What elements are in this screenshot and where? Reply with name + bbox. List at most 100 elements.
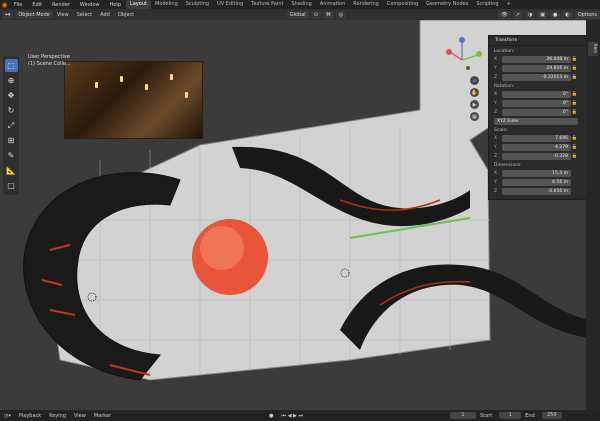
candle-light	[185, 92, 188, 98]
overlay-toggle-icon[interactable]: ◑	[524, 10, 536, 19]
proportional-edit-icon[interactable]: ◎	[335, 10, 347, 19]
zoom-icon[interactable]: ⌕	[470, 76, 479, 85]
location-y-field[interactable]: 29.816 m	[502, 64, 571, 72]
rotate-icon[interactable]: ↻	[5, 104, 18, 117]
lock-icon[interactable]: 🔓	[571, 154, 578, 159]
start-label: Start	[480, 412, 493, 419]
add-cube-icon[interactable]: ▢	[5, 179, 18, 192]
tab-sculpting[interactable]: Sculpting	[182, 0, 213, 9]
record-icon[interactable]: ●	[265, 413, 277, 419]
top-bar: ◉ File Edit Render Window Help Layout Mo…	[0, 0, 600, 9]
annotate-icon[interactable]: ✎	[5, 149, 18, 162]
visibility-icon[interactable]: 👁	[498, 10, 511, 19]
viewport-info-text: User Perspective (1) Scene Colle...	[28, 54, 71, 68]
tool-shelf: ⬚ ⊕ ✥ ↻ ⤢ ⊞ ✎ 📐 ▢	[3, 56, 19, 195]
candle-light	[170, 74, 173, 80]
tab-modeling[interactable]: Modeling	[151, 0, 182, 9]
blender-logo-icon[interactable]: ◉	[0, 0, 9, 9]
select-box-icon[interactable]: ⬚	[4, 59, 18, 72]
tab-uv-editing[interactable]: UV Editing	[213, 0, 247, 9]
menu-help[interactable]: Help	[105, 2, 126, 8]
gizmo-toggle-icon[interactable]: ↗	[512, 10, 523, 19]
tab-rendering[interactable]: Rendering	[349, 0, 383, 9]
scale-icon[interactable]: ⤢	[5, 119, 18, 132]
lock-icon[interactable]: 🔓	[571, 136, 578, 141]
playback-controls[interactable]: ⏮ ◀ ▶ ⏭	[278, 413, 307, 419]
scale-x-field[interactable]: 7.696	[502, 134, 571, 142]
rotation-mode-dropdown[interactable]: XYZ Euler	[494, 117, 578, 125]
tab-animation[interactable]: Animation	[316, 0, 350, 9]
menu-edit[interactable]: Edit	[27, 2, 47, 8]
shading-solid-icon[interactable]: ●	[549, 10, 561, 19]
tab-item[interactable]: Item	[588, 42, 598, 56]
tab-geometry-nodes[interactable]: Geometry Nodes	[422, 0, 472, 9]
menu-file[interactable]: File	[9, 2, 27, 8]
xray-toggle-icon[interactable]: ▣	[537, 10, 548, 19]
lock-icon[interactable]: 🔓	[571, 145, 578, 150]
reference-image[interactable]	[64, 61, 203, 139]
tab-layout[interactable]: Layout	[126, 0, 151, 9]
measure-icon[interactable]: 📐	[5, 164, 18, 177]
scale-y-field[interactable]: -4.279	[502, 143, 571, 151]
rotation-label: Rotation:	[494, 84, 515, 89]
rotation-x-field[interactable]: 0°	[502, 90, 571, 98]
rotation-y-field[interactable]: 0°	[502, 99, 571, 107]
tab-texture-paint[interactable]: Texture Paint	[247, 0, 287, 9]
sidebar-tabs: Item	[586, 20, 600, 410]
transform-icon[interactable]: ⊞	[5, 134, 18, 147]
lock-icon[interactable]: 🔓	[571, 92, 578, 97]
menu-window[interactable]: Window	[75, 2, 105, 8]
candle-light	[95, 82, 98, 88]
dimensions-x-field[interactable]: 15.4 m	[502, 169, 571, 177]
add-workspace-button[interactable]: +	[503, 0, 515, 9]
object-mode-dropdown[interactable]: Object Mode	[15, 10, 53, 19]
view-name: User Perspective	[28, 54, 70, 60]
candle-light	[145, 84, 148, 90]
transform-panel: Transform Location: X 26.448 m 🔓 Y 29.816 m…	[488, 35, 588, 200]
menu-view[interactable]: View	[53, 12, 73, 18]
menu-keying[interactable]: Keying	[45, 413, 70, 419]
scale-z-field[interactable]: -0.328	[502, 152, 571, 160]
lock-icon[interactable]: 🔓	[571, 75, 578, 80]
end-label: End	[525, 412, 535, 419]
planet-highlight	[200, 226, 244, 270]
location-x-field[interactable]: 26.448 m	[502, 55, 571, 63]
location-z-field[interactable]: -0.32013 m	[502, 73, 571, 81]
timeline-bar: ◷▾ Playback Keying View Marker ● ⏮ ◀ ▶ ⏭…	[0, 410, 600, 421]
dimensions-z-field[interactable]: 0.656 m	[502, 187, 571, 195]
tab-shading[interactable]: Shading	[287, 0, 315, 9]
dimensions-label: Dimensions:	[494, 163, 522, 168]
timeline-editor-icon[interactable]: ◷▾	[0, 413, 15, 419]
cursor-icon[interactable]: ⊕	[5, 74, 18, 87]
lock-icon[interactable]: 🔓	[571, 110, 578, 115]
scale-label: Scale:	[494, 128, 508, 133]
lock-icon[interactable]: 🔓	[571, 57, 578, 62]
menu-select[interactable]: Select	[73, 12, 96, 18]
tab-compositing[interactable]: Compositing	[383, 0, 422, 9]
options-button[interactable]: Options	[574, 10, 600, 19]
lock-icon[interactable]: 🔓	[571, 66, 578, 71]
menu-add[interactable]: Add	[96, 12, 114, 18]
pan-hand-icon[interactable]: ✋	[470, 88, 479, 97]
menu-marker[interactable]: Marker	[90, 413, 115, 419]
snap-icon[interactable]: ⌘	[322, 10, 334, 19]
transform-orientation-dropdown[interactable]: Global	[286, 10, 309, 19]
menu-object[interactable]: Object	[114, 12, 138, 18]
lock-icon[interactable]: 🔓	[571, 101, 578, 106]
current-frame-field[interactable]: 1	[450, 412, 476, 419]
move-icon[interactable]: ✥	[5, 89, 18, 102]
start-frame-field[interactable]: 1	[499, 412, 522, 419]
end-frame-field[interactable]: 250	[541, 412, 562, 419]
menu-render[interactable]: Render	[47, 2, 75, 8]
transform-panel-title[interactable]: Transform	[489, 36, 587, 46]
rotation-z-field[interactable]: 0°	[502, 108, 571, 116]
editor-type-icon[interactable]: ⌖▾	[2, 10, 14, 19]
tab-scripting[interactable]: Scripting	[472, 0, 502, 9]
pivot-icon[interactable]: ⊙	[310, 10, 321, 19]
menu-playback[interactable]: Playback	[15, 413, 45, 419]
menu-view-timeline[interactable]: View	[70, 413, 90, 419]
dimensions-y-field[interactable]: 8.56 m	[502, 178, 571, 186]
shading-material-icon[interactable]: ◐	[562, 10, 573, 19]
perspective-toggle-icon[interactable]: ▦	[470, 112, 479, 121]
camera-view-icon[interactable]: ▶	[470, 100, 479, 109]
